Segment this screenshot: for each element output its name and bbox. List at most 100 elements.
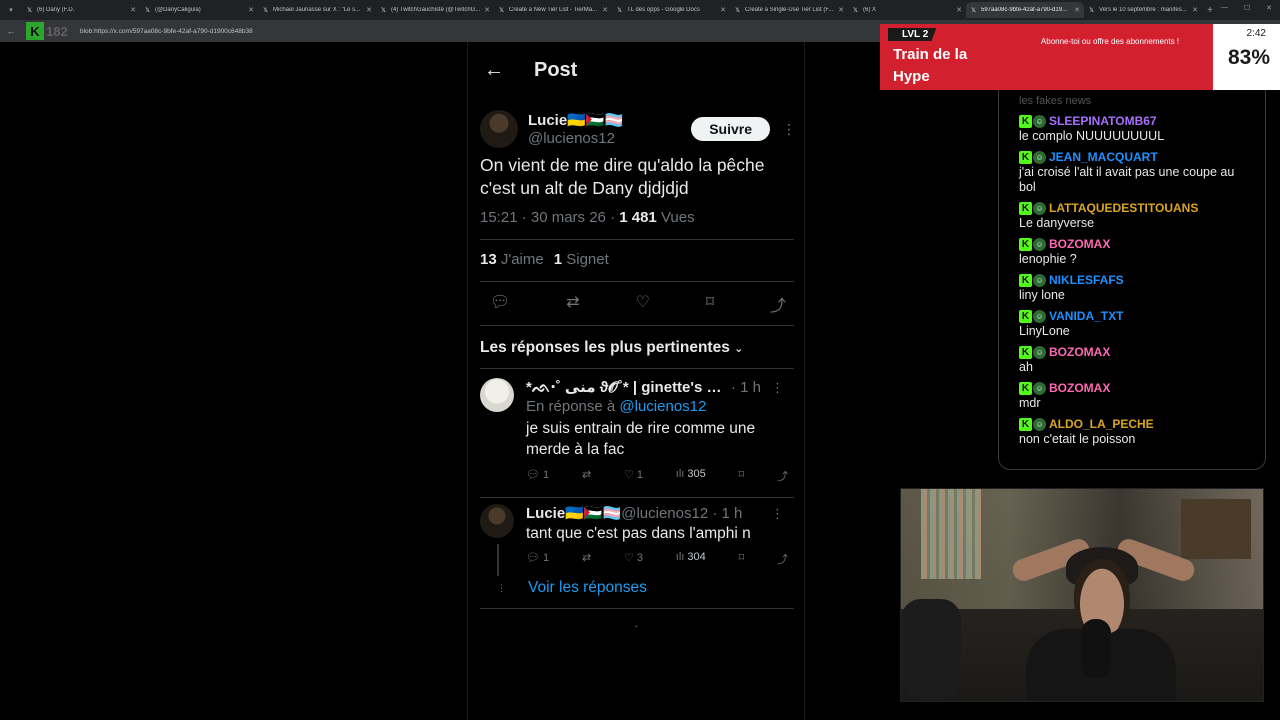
more-options-icon[interactable]: ⋮ [771, 506, 784, 522]
tab-close-icon[interactable]: ✕ [1074, 6, 1080, 14]
tab-title: Create a Single-Use Tier List (F... [745, 7, 834, 13]
share-icon[interactable]: ⤴ [777, 468, 788, 484]
browser-tab[interactable]: 𝕏 (@DanyCaligula) ✕ [140, 2, 258, 18]
avatar[interactable] [480, 504, 514, 538]
reply-icon[interactable]: 💬︎ [490, 292, 510, 316]
avatar[interactable] [480, 110, 518, 148]
browser-tab[interactable]: 𝕏 597aa08c-9bfe-42af-a790-d19... ✕ [966, 2, 1084, 18]
browser-tab[interactable]: 𝕏 Create a New Tier List - TierMa... ✕ [494, 2, 612, 18]
close-window-icon[interactable]: ✕ [1266, 4, 1272, 12]
divider [480, 368, 794, 369]
bookmarks-stat[interactable]: 1 Signet [554, 251, 609, 268]
reply-item[interactable]: Lucie🇺🇦🇵🇸🏳️‍⚧️ @lucienos12 · 1 h tant qu… [480, 504, 796, 574]
back-nav-icon[interactable]: ← [0, 26, 22, 36]
show-replies-link[interactable]: Voir les réponses [528, 579, 647, 597]
more-options-icon[interactable]: ⋮ [782, 121, 796, 138]
chat-username[interactable]: JEAN_MACQUART [1049, 150, 1158, 164]
chat-username[interactable]: LATTAQUEDESTITOUANS [1049, 201, 1198, 215]
tab-list: 𝕏 (6) Dany (F.D. ✕ 𝕏 (@DanyCaligula) ✕ 𝕏 Michae… [22, 2, 1202, 18]
back-arrow-icon[interactable]: ← [484, 59, 534, 82]
more-options-icon[interactable]: ⋮ [771, 380, 784, 396]
author-name[interactable]: Lucie🇺🇦🇵🇸🏳️‍⚧️ [528, 111, 691, 129]
tab-favicon-icon: 𝕏 [27, 7, 32, 14]
bookmark-icon[interactable]: ⌑ [706, 292, 714, 316]
tab-favicon-icon: 𝕏 [735, 7, 740, 14]
chat-message: K ☺ BOZOMAX lenophie ? [1019, 237, 1249, 267]
maximize-icon[interactable]: ☐ [1244, 4, 1250, 12]
chat-username[interactable]: BOZOMAX [1049, 345, 1110, 359]
reply-author-name[interactable]: Lucie🇺🇦🇵🇸🏳️‍⚧️ [526, 504, 621, 522]
minimize-icon[interactable]: — [1221, 4, 1228, 12]
retweet-icon[interactable]: ⇄ [582, 551, 591, 567]
reply-item[interactable]: *ᨒ‧˚ منى ϑ𝓞˚* | ginette's mo... · 1 h En… [480, 378, 796, 496]
tab-close-icon[interactable]: ✕ [602, 6, 608, 14]
like-icon[interactable]: ♡ 3 [624, 551, 643, 567]
chat-username[interactable]: VANIDA_TXT [1049, 309, 1123, 323]
tab-close-icon[interactable]: ✕ [484, 6, 490, 14]
avatar[interactable] [480, 378, 514, 412]
reply-icon[interactable]: 💬︎ 1 [526, 468, 549, 484]
tab-search-icon[interactable]: ▾ [0, 6, 22, 14]
tab-favicon-icon: 𝕏 [499, 7, 504, 14]
browser-tab[interactable]: 𝕏 Michael Jaunasse sur X : "Le s... ✕ [258, 2, 376, 18]
tab-close-icon[interactable]: ✕ [720, 6, 726, 14]
new-tab-button[interactable]: + [1202, 5, 1218, 16]
browser-tab[interactable]: 𝕏 (6) X ✕ [848, 2, 966, 18]
hype-subtitle: Abonne-toi ou offre des abonnements ! [1040, 37, 1180, 46]
chat-username[interactable]: SLEEPINATOMB67 [1049, 114, 1157, 128]
chat-username[interactable]: NIKLESFAFS [1049, 273, 1124, 287]
follow-button[interactable]: Suivre [691, 117, 770, 141]
chat-message: K ☺ BOZOMAX ah [1019, 345, 1249, 375]
share-icon[interactable]: ⤴ [777, 551, 788, 567]
like-icon[interactable]: ♡ [636, 292, 650, 316]
share-icon[interactable]: ⤴ [770, 292, 786, 316]
chat-username[interactable]: BOZOMAX [1049, 381, 1110, 395]
browser-tab[interactable]: 𝕏 TL des opps - Google Docs ✕ [612, 2, 730, 18]
subscriber-badge-icon: ☺ [1033, 114, 1046, 128]
chat-message: K ☺ JEAN_MACQUART j'ai croisé l'alt il avai… [1019, 150, 1249, 195]
kick-badge-icon: K [1019, 201, 1032, 215]
tab-close-icon[interactable]: ✕ [956, 6, 962, 14]
bookmark-icon[interactable]: ⌑ [739, 551, 745, 567]
browser-tab[interactable]: 𝕏 Vers le 10 septembre : manifes... ✕ [1084, 2, 1202, 18]
bookmark-icon[interactable]: ⌑ [739, 468, 745, 484]
tab-close-icon[interactable]: ✕ [1192, 6, 1198, 14]
views-icon[interactable]: ılı 304 [676, 551, 706, 567]
mention-link[interactable]: @lucienos12 [619, 398, 706, 415]
chat-message-text: j'ai croisé l'alt il avait pas une coupe… [1019, 165, 1235, 194]
webcam-decoration [921, 489, 981, 579]
chat-message: K ☺ NIKLESFAFS liny lone [1019, 273, 1249, 303]
views-count: 1 481 [619, 209, 657, 226]
tweet-time[interactable]: 15:21 · 30 mars 26 · [480, 209, 619, 226]
tab-close-icon[interactable]: ✕ [366, 6, 372, 14]
tab-favicon-icon: 𝕏 [1089, 7, 1094, 14]
like-icon[interactable]: ♡ 1 [624, 468, 643, 484]
retweet-icon[interactable]: ⇄ [582, 468, 591, 484]
overlay-number: 182 [46, 24, 68, 39]
retweet-icon[interactable]: ⇄ [566, 292, 579, 316]
chat-message: K ☺ BOZOMAX mdr [1019, 381, 1249, 411]
kick-badge-icon: K [1019, 114, 1032, 128]
replies-sort[interactable]: Les réponses les plus pertinentes ⌄ [480, 339, 743, 357]
microphone [1081, 619, 1111, 679]
reply-icon[interactable]: 💬︎ 1 [526, 551, 549, 567]
reply-actions: 💬︎ 1 ⇄ ♡ 3 ılı 304 ⌑ ⤴ [526, 551, 788, 567]
post-author: Lucie🇺🇦🇵🇸🏳️‍⚧️ @lucienos12 Suivre ⋮ [480, 107, 796, 151]
subscriber-badge-icon: ☺ [1033, 417, 1046, 431]
likes-stat[interactable]: 13 J'aime [480, 251, 544, 268]
tab-close-icon[interactable]: ✕ [838, 6, 844, 14]
browser-tab[interactable]: 𝕏 Create a Single-Use Tier List (F... ✕ [730, 2, 848, 18]
reply-author-name[interactable]: *ᨒ‧˚ منى ϑ𝓞˚* | ginette's mo... [526, 378, 731, 396]
chat-username[interactable]: BOZOMAX [1049, 237, 1110, 251]
browser-tab[interactable]: 𝕏 (4) TwitchGauchiste (@TwitchG... ✕ [376, 2, 494, 18]
views-icon[interactable]: ılı 305 [676, 468, 706, 484]
author-handle[interactable]: @lucienos12 [528, 130, 691, 147]
chat-username[interactable]: ALDO_LA_PECHE [1049, 417, 1154, 431]
hype-level: LVL 2 [888, 28, 937, 41]
divider [480, 239, 794, 240]
tab-close-icon[interactable]: ✕ [130, 6, 136, 14]
url-field[interactable]: blob:https://x.com/597aa08c-9bfe-42af-a7… [80, 28, 253, 35]
browser-tab[interactable]: 𝕏 (6) Dany (F.D. ✕ [22, 2, 140, 18]
loading-icon: • [635, 622, 638, 631]
tab-close-icon[interactable]: ✕ [248, 6, 254, 14]
